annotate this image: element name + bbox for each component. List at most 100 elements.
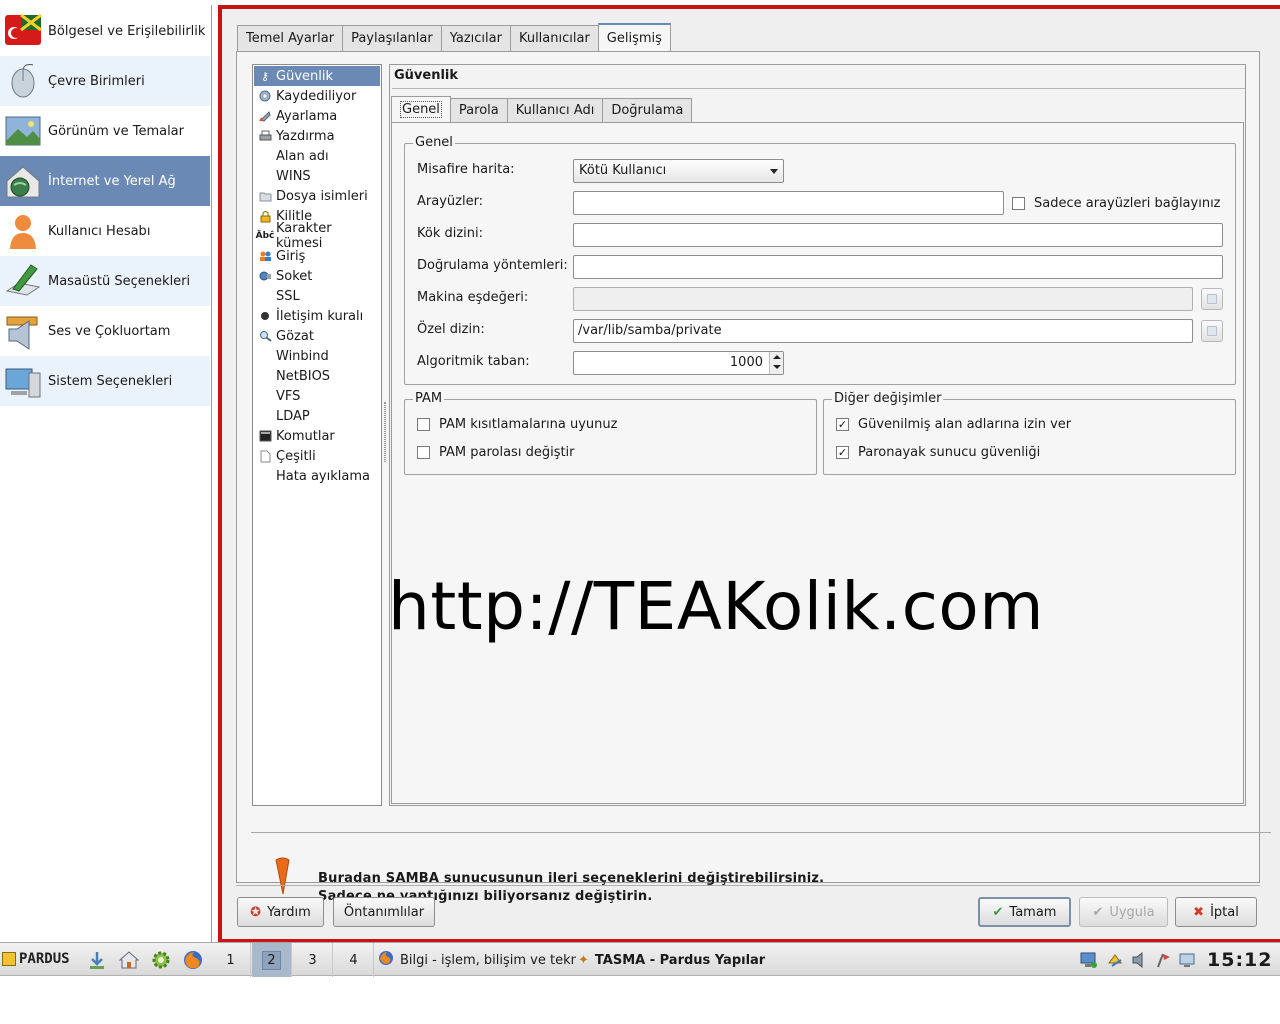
advanced-category-tree[interactable]: ⚷ Güvenlik Kaydediliyor Ayarlama Yazdırma… [252, 64, 382, 806]
firefox-icon[interactable] [182, 949, 204, 971]
sidebar-item-network[interactable]: İnternet ve Yerel Ağ [0, 156, 210, 206]
sidebar-item-desktop[interactable]: Masaüstü Seçenekleri [0, 256, 210, 306]
paranoid-server-security-checkbox[interactable]: ✓ Paronayak sunucu güvenliği [836, 445, 1040, 460]
interfaces-input[interactable] [573, 191, 1004, 215]
sidebar-item-appearance[interactable]: Görünüm ve Temalar [0, 106, 210, 156]
tree-item-logging[interactable]: Kaydediliyor [254, 86, 380, 106]
sidebar-item-user-account[interactable]: Kullanıcı Hesabı [0, 206, 210, 256]
tree-item-netbios[interactable]: NetBIOS [254, 366, 380, 386]
desktop-3-button[interactable]: 3 [293, 943, 333, 977]
tree-item-label: Giriş [276, 248, 306, 264]
tree-item-vfs[interactable]: VFS [254, 386, 380, 406]
sidebar-item-label: Kullanıcı Hesabı [48, 223, 151, 239]
tree-item-misc[interactable]: Çeşitli [254, 446, 380, 466]
flag-tool-icon[interactable] [1154, 951, 1172, 969]
watermark-text: http://TEAKolik.com [388, 568, 1045, 645]
cancel-button[interactable]: ✖ İptal [1175, 897, 1257, 927]
guest-map-select[interactable]: Kötü Kullanıcı [573, 159, 784, 183]
tree-item-label: Kaydediliyor [276, 88, 357, 104]
bind-interfaces-only-checkbox[interactable]: Sadece arayüzleri bağlayınız [1012, 196, 1221, 211]
tree-item-wins[interactable]: WINS [254, 166, 380, 186]
blank-icon [257, 148, 273, 164]
blank-icon [257, 348, 273, 364]
subtab-label: Parola [458, 103, 499, 118]
sidebar-item-regional[interactable]: Bölgesel ve Erişilebilirlik [0, 6, 210, 56]
panel-splitter[interactable] [383, 402, 388, 462]
tree-item-ldap[interactable]: LDAP [254, 406, 380, 426]
tab-label: Paylaşılanlar [351, 31, 433, 46]
desktop-4-button[interactable]: 4 [334, 943, 374, 977]
checkbox-box [1012, 197, 1025, 210]
tree-item-printing[interactable]: Yazdırma [254, 126, 380, 146]
tree-item-label: VFS [276, 388, 301, 404]
tree-item-socket[interactable]: Soket [254, 266, 380, 286]
tree-item-debug[interactable]: Hata ayıklama [254, 466, 380, 486]
tab-users[interactable]: Kullanıcılar [509, 25, 599, 51]
tab-basic-settings[interactable]: Temel Ayarlar [237, 25, 344, 51]
subtab-authentication[interactable]: Doğrulama [602, 98, 693, 122]
root-dir-input[interactable] [573, 223, 1223, 247]
blank-icon [257, 388, 273, 404]
desktop-label: 3 [308, 952, 317, 968]
check-icon: ✔ [1092, 904, 1104, 920]
subtab-password[interactable]: Parola [449, 98, 508, 122]
machine-password-input[interactable] [573, 287, 1193, 311]
group-title: Genel [413, 135, 455, 151]
tree-item-charset[interactable]: Äbĉ Karakter kümesi [254, 221, 380, 251]
tab-label: Gelişmiş [606, 31, 662, 46]
settings-gear-icon[interactable] [150, 949, 172, 971]
tab-printers[interactable]: Yazıcılar [440, 25, 511, 51]
sidebar-item-peripherals[interactable]: Çevre Birimleri [0, 56, 210, 106]
tree-item-logon[interactable]: Giriş [254, 246, 380, 266]
algorithmic-base-spinbox[interactable]: 1000 [573, 351, 784, 375]
tree-item-browse[interactable]: Gözat [254, 326, 380, 346]
download-icon[interactable] [86, 949, 108, 971]
obey-pam-checkbox[interactable]: PAM kısıtlamalarına uyunuz [417, 417, 617, 432]
auth-methods-input[interactable] [573, 255, 1223, 279]
apply-button[interactable]: ✔ Uygula [1079, 897, 1168, 927]
volume-icon[interactable] [1130, 951, 1148, 969]
tree-item-ssl[interactable]: SSL [254, 286, 380, 306]
desktop-1-button[interactable]: 1 [211, 943, 251, 977]
update-icon[interactable] [1106, 951, 1124, 969]
root-dir-label: Kök dizini: [417, 226, 484, 241]
browse-icon [1207, 294, 1217, 304]
tab-shares[interactable]: Paylaşılanlar [342, 25, 442, 51]
tree-item-filenames[interactable]: Dosya isimleri [254, 186, 380, 206]
private-dir-browse-button[interactable] [1201, 320, 1223, 342]
machine-password-browse-button[interactable] [1201, 288, 1223, 310]
tree-item-commands[interactable]: Komutlar [254, 426, 380, 446]
tree-item-label: Alan adı [276, 148, 329, 164]
tree-item-tuning[interactable]: Ayarlama [254, 106, 380, 126]
task-tasma[interactable]: ✦ TASMA - Pardus Yapılar [578, 943, 774, 977]
ok-button[interactable]: ✔ Tamam [978, 897, 1071, 927]
defaults-button[interactable]: Öntanımlılar [333, 897, 435, 927]
users-icon [257, 248, 273, 264]
tree-item-domain[interactable]: Alan adı [254, 146, 380, 166]
tree-item-security[interactable]: ⚷ Güvenlik [254, 66, 380, 86]
subtab-general[interactable]: Genel [391, 96, 451, 122]
tree-item-protocol[interactable]: İletişim kuralı [254, 306, 380, 326]
private-dir-input[interactable]: /var/lib/samba/private [573, 319, 1193, 343]
sidebar-item-multimedia[interactable]: Ses ve Çokluortam [0, 306, 210, 356]
task-firefox[interactable]: Bilgi - işlem, bilişim ve tekn [378, 943, 576, 977]
tree-item-winbind[interactable]: Winbind [254, 346, 380, 366]
monitor-icon[interactable] [1178, 951, 1196, 969]
pam-password-change-checkbox[interactable]: PAM parolası değiştir [417, 445, 575, 460]
home-icon[interactable] [118, 949, 140, 971]
guest-map-label: Misafire harita: [417, 162, 515, 177]
panel-title: Güvenlik [392, 65, 1245, 89]
tab-advanced[interactable]: Gelişmiş [597, 23, 671, 52]
checkbox-label: PAM kısıtlamalarına uyunuz [439, 417, 618, 432]
allow-trusted-domains-checkbox[interactable]: ✓ Güvenilmiş alan adlarına izin ver [836, 417, 1071, 432]
tree-item-label: Winbind [276, 348, 329, 364]
sidebar-item-system[interactable]: Sistem Seçenekleri [0, 356, 210, 406]
hint-text-line1: Buradan SAMBA sunucusunun ileri seçenekl… [318, 871, 825, 886]
desktop-2-button[interactable]: 2 [252, 943, 292, 977]
spin-buttons[interactable] [769, 352, 783, 374]
pardus-menu-button[interactable]: PARDUS [2, 951, 70, 967]
subtab-username[interactable]: Kullanıcı Adı [506, 98, 604, 122]
machine-password-label: Makina eşdeğeri: [417, 290, 529, 305]
help-button[interactable]: ✪ Yardım [237, 897, 324, 927]
network-status-icon[interactable] [1080, 951, 1098, 969]
